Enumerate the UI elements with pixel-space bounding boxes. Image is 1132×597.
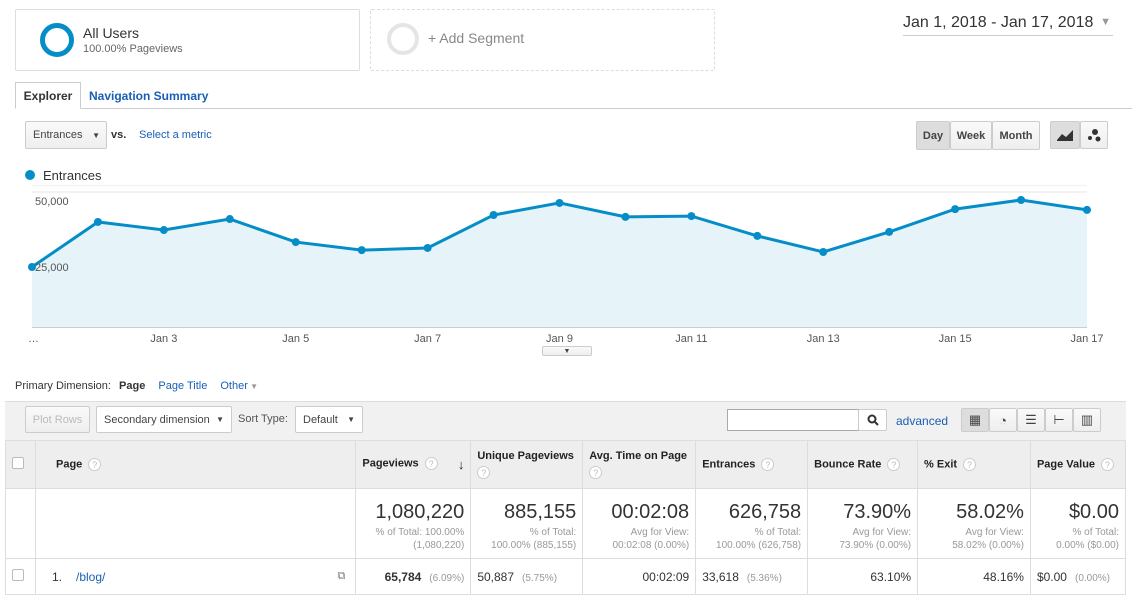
total-cell: $0.00% of Total: 0.00% ($0.00): [1029, 488, 1127, 559]
column-header[interactable]: Page Value?: [1029, 440, 1127, 489]
x-tick-label: Jan 3: [150, 333, 177, 345]
x-tick-label: Jan 17: [1070, 333, 1103, 345]
x-tick-label: Jan 7: [414, 333, 441, 345]
table-row: 1./blog/⧉ 65,784 (6.09%) 50,887 (5.75%) 00…: [5, 558, 1127, 595]
sort-desc-icon[interactable]: ↓: [458, 457, 465, 472]
data-point: [687, 212, 696, 221]
granularity-day[interactable]: Day: [916, 121, 950, 150]
segment-all-users[interactable]: All Users 100.00% Pageviews: [15, 9, 360, 71]
y-tick-label: 25,000: [35, 262, 69, 274]
metric-select[interactable]: Entrances ▼: [25, 121, 107, 149]
help-icon[interactable]: ?: [1101, 458, 1115, 471]
line-chart-icon[interactable]: [1050, 121, 1080, 149]
row-checkbox[interactable]: [12, 569, 24, 581]
chevron-down-icon: ▼: [347, 415, 355, 424]
data-point: [819, 247, 828, 256]
legend-label: Entrances: [43, 168, 102, 183]
data-point: [951, 205, 960, 214]
plot-rows-button[interactable]: Plot Rows: [25, 406, 90, 433]
data-point: [93, 217, 102, 226]
column-header[interactable]: Unique Pageviews?: [470, 440, 584, 489]
tab-navigation-summary[interactable]: Navigation Summary: [89, 89, 208, 103]
granularity-week[interactable]: Week: [950, 121, 992, 150]
data-point: [753, 231, 762, 240]
comparison-icon[interactable]: ⊢: [1045, 408, 1073, 432]
add-segment-button[interactable]: + Add Segment: [370, 9, 715, 71]
data-point: [291, 238, 300, 247]
column-header[interactable]: Page?: [34, 440, 357, 489]
date-range-picker[interactable]: Jan 1, 2018 - Jan 17, 2018 ▼: [903, 14, 1113, 36]
help-icon[interactable]: ?: [477, 466, 491, 479]
open-page-icon[interactable]: ⧉: [338, 570, 346, 583]
data-point: [357, 246, 366, 255]
data-point: [621, 212, 630, 221]
pivot-icon[interactable]: ▥: [1073, 408, 1101, 432]
total-cell: 73.90% Avg for View: 73.90% (0.00%): [807, 488, 919, 559]
data-point: [885, 227, 894, 236]
total-cell: 58.02% Avg for View: 58.02% (0.00%): [917, 488, 1031, 559]
dimension-other[interactable]: Other: [220, 380, 248, 392]
motion-chart-icon[interactable]: [1080, 121, 1108, 149]
help-icon[interactable]: ?: [589, 466, 603, 479]
x-tick-label: Jan 11: [675, 333, 707, 345]
data-point: [225, 215, 234, 224]
table-search-input[interactable]: [727, 409, 859, 431]
chevron-down-icon: ▼: [1100, 16, 1111, 28]
total-cell: 626,758% of Total: 100.00% (626,758): [695, 488, 809, 559]
dimension-page[interactable]: Page: [119, 380, 145, 392]
data-table: Page? Pageviews? ↓ Unique Pageviews? Avg. Ti…: [5, 440, 1127, 595]
data-point: [489, 211, 498, 220]
column-header[interactable]: % Exit?: [917, 440, 1031, 489]
total-cell: 1,080,220% of Total: 100.00% (1,080,220): [355, 488, 472, 559]
help-icon[interactable]: ?: [887, 458, 901, 471]
x-tick-label: …: [28, 333, 39, 345]
data-point: [1017, 196, 1026, 204]
x-tick-label: Jan 13: [807, 333, 840, 345]
help-icon[interactable]: ?: [424, 457, 438, 470]
column-header[interactable]: Pageviews? ↓: [355, 440, 472, 489]
help-icon[interactable]: ?: [88, 458, 102, 471]
column-header[interactable]: Entrances?: [695, 440, 809, 489]
data-point: [1083, 205, 1091, 214]
data-point: [423, 243, 432, 252]
entrances-line-chart: 25,000 50,000 … Jan 3 Jan 5 Jan 7 Jan 9 Jan 11 J…: [28, 185, 1104, 345]
tab-explorer[interactable]: Explorer: [15, 82, 81, 109]
column-header[interactable]: Avg. Time on Page?: [582, 440, 697, 489]
x-tick-label: Jan 5: [282, 333, 309, 345]
pie-icon[interactable]: ◔: [989, 408, 1017, 432]
x-tick-label: Jan 15: [939, 333, 972, 345]
help-icon[interactable]: ?: [963, 458, 977, 471]
chevron-down-icon: ▼: [92, 130, 100, 140]
granularity-month[interactable]: Month: [992, 121, 1040, 150]
table-icon[interactable]: ▦: [961, 408, 989, 432]
chevron-down-icon: ▼: [216, 415, 224, 424]
advanced-link[interactable]: advanced: [896, 414, 948, 428]
select-metric-link[interactable]: Select a metric: [139, 129, 212, 141]
total-cell: 885,155% of Total: 100.00% (885,155): [470, 488, 584, 559]
legend-dot: [25, 170, 35, 180]
chart-collapse-handle[interactable]: ▼: [542, 346, 592, 356]
select-all-checkbox[interactable]: [12, 457, 24, 469]
dimension-page-title[interactable]: Page Title: [158, 380, 207, 392]
search-icon[interactable]: [858, 409, 887, 431]
bar-icon[interactable]: ☰: [1017, 408, 1045, 432]
x-tick-label: Jan 9: [546, 333, 573, 345]
y-tick-label: 50,000: [35, 196, 69, 208]
segment-donut-icon: [40, 23, 74, 57]
segment-placeholder-icon: [387, 23, 419, 55]
total-cell: 00:02:08 Avg for View: 00:02:08 (0.00%): [582, 488, 697, 559]
data-point: [555, 198, 564, 207]
page-link[interactable]: /blog/: [76, 570, 105, 584]
data-point: [159, 226, 168, 235]
secondary-dimension-select[interactable]: Secondary dimension ▼: [96, 406, 232, 433]
help-icon[interactable]: ?: [761, 458, 775, 471]
sort-type-select[interactable]: Default ▼: [295, 406, 363, 433]
column-header[interactable]: Bounce Rate?: [807, 440, 919, 489]
